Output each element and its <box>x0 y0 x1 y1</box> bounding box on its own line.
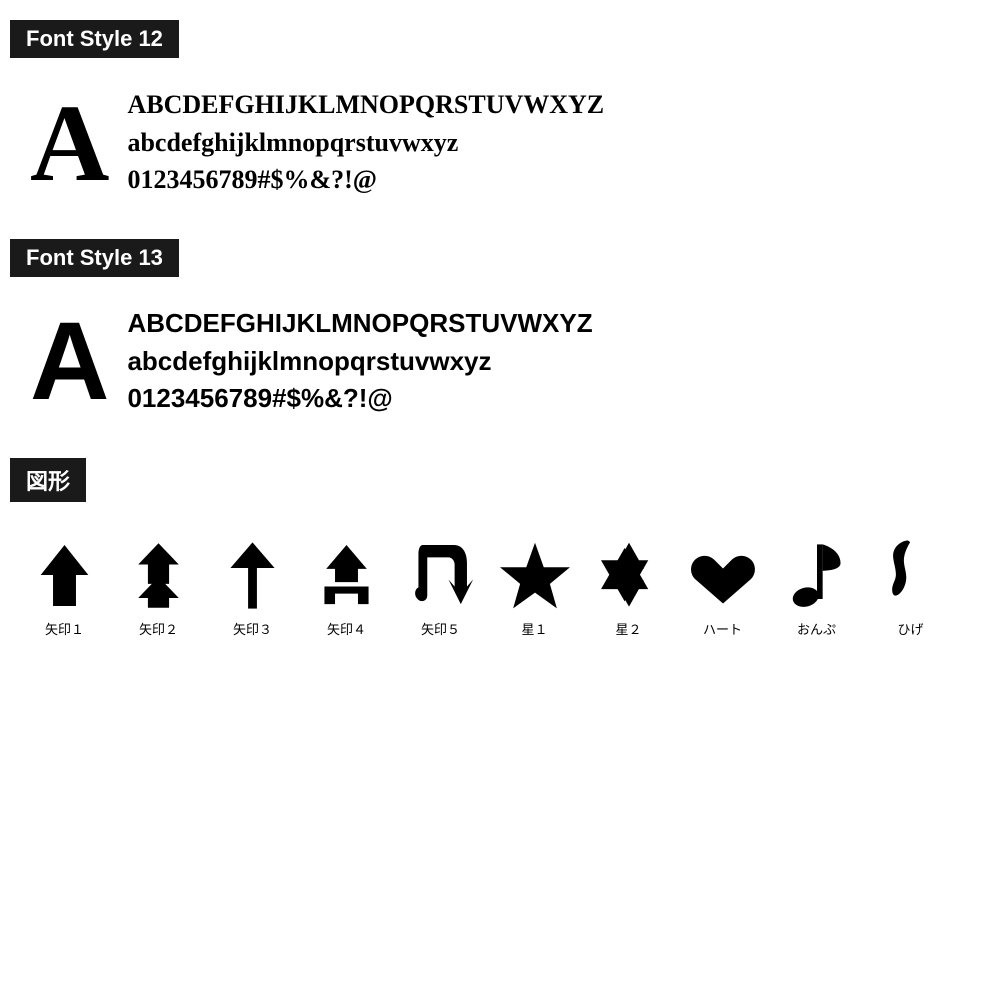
music-label: おんぷ <box>797 619 836 638</box>
shape-arrow3: 矢印３ <box>210 535 295 638</box>
font-style-12-title: Font Style 12 <box>10 20 179 58</box>
font-style-13-section: Font Style 13 A ABCDEFGHIJKLMNOPQRSTUVWX… <box>10 239 990 428</box>
shape-heart: ハート <box>680 535 765 638</box>
arrow5-icon <box>406 535 476 615</box>
font12-alphabet: ABCDEFGHIJKLMNOPQRSTUVWXYZ abcdefghijklm… <box>127 86 604 199</box>
star2-icon <box>594 535 664 615</box>
font-style-13-title: Font Style 13 <box>10 239 179 277</box>
shape-arrow5: 矢印５ <box>398 535 483 638</box>
shapes-grid: 矢印１ 矢印２ 矢印３ 矢印４ <box>10 520 990 653</box>
font13-line3: 0123456789#$%&?!@ <box>127 380 592 418</box>
mustache-label: ひげ <box>897 619 923 638</box>
font-style-12-section: Font Style 12 A ABCDEFGHIJKLMNOPQRSTUVWX… <box>10 20 990 209</box>
font13-alphabet: ABCDEFGHIJKLMNOPQRSTUVWXYZ abcdefghijklm… <box>127 305 592 418</box>
star1-label: 星１ <box>521 619 547 638</box>
arrow2-label: 矢印２ <box>139 619 178 638</box>
font12-demo: A ABCDEFGHIJKLMNOPQRSTUVWXYZ abcdefghijk… <box>10 76 990 209</box>
arrow1-icon <box>30 535 100 615</box>
shape-star2: 星２ <box>586 535 671 638</box>
shape-mustache: ひげ <box>868 535 953 638</box>
shape-music: おんぷ <box>774 535 859 638</box>
heart-icon <box>688 535 758 615</box>
arrow4-label: 矢印４ <box>327 619 366 638</box>
arrow2-icon <box>124 535 194 615</box>
font13-line2: abcdefghijklmnopqrstuvwxyz <box>127 343 592 381</box>
music-icon <box>782 535 852 615</box>
font13-big-letter: A <box>30 307 109 417</box>
font12-line1: ABCDEFGHIJKLMNOPQRSTUVWXYZ <box>127 86 604 124</box>
page: Font Style 12 A ABCDEFGHIJKLMNOPQRSTUVWX… <box>0 0 1000 703</box>
shapes-title: 図形 <box>10 458 86 502</box>
font13-demo: A ABCDEFGHIJKLMNOPQRSTUVWXYZ abcdefghijk… <box>10 295 990 428</box>
font13-line1: ABCDEFGHIJKLMNOPQRSTUVWXYZ <box>127 305 592 343</box>
star2-label: 星２ <box>615 619 641 638</box>
heart-label: ハート <box>703 619 742 638</box>
arrow1-label: 矢印１ <box>45 619 84 638</box>
shape-arrow1: 矢印１ <box>22 535 107 638</box>
arrow3-label: 矢印３ <box>233 619 272 638</box>
star1-icon <box>500 535 570 615</box>
arrow5-label: 矢印５ <box>421 619 460 638</box>
shape-star1: 星１ <box>492 535 577 638</box>
arrow3-icon <box>218 535 288 615</box>
font12-big-letter: A <box>30 88 109 198</box>
mustache-icon <box>876 535 946 615</box>
shape-arrow2: 矢印２ <box>116 535 201 638</box>
font12-line2: abcdefghijklmnopqrstuvwxyz <box>127 124 604 162</box>
shape-arrow4: 矢印４ <box>304 535 389 638</box>
font12-line3: 0123456789#$%&?!@ <box>127 161 604 199</box>
shapes-section: 図形 矢印１ 矢印２ 矢印３ <box>10 458 990 653</box>
arrow4-icon <box>312 535 382 615</box>
